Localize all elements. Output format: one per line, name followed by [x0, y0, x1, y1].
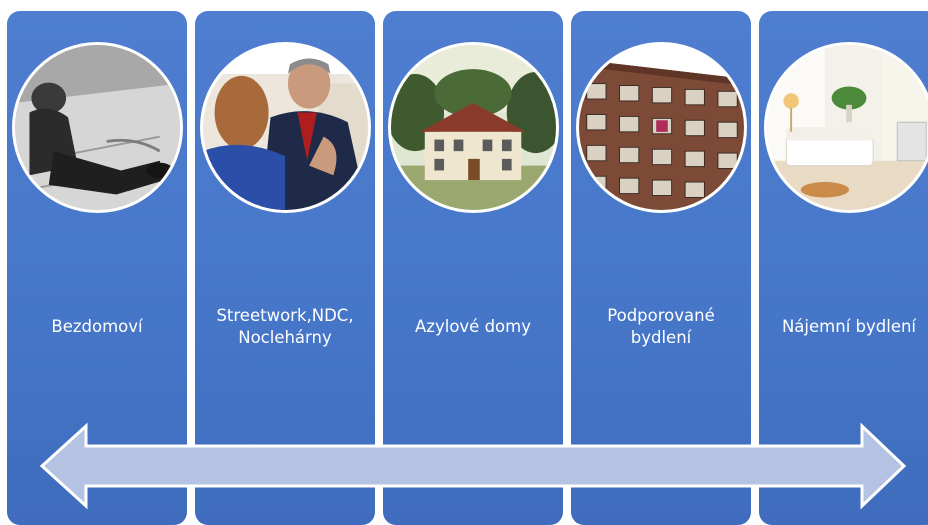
social-worker-conversation-photo: [200, 42, 371, 213]
shelter-house-painting: [388, 42, 559, 213]
furnished-living-room-photo: [764, 42, 928, 213]
stage-label: Azylové domy: [415, 317, 531, 336]
apartment-block-photo: [576, 42, 747, 213]
stage-column-supported-housing: Podporované bydlení: [571, 11, 751, 525]
homeless-person-photo: [12, 42, 183, 213]
stage-column-homeless: Bezdomoví: [7, 11, 187, 525]
stage-label: Podporované bydlení: [607, 306, 715, 347]
stage-column-rental-housing: Nájemní bydlení: [759, 11, 928, 525]
stage-column-shelter: Azylové domy: [383, 11, 563, 525]
stage-label: Nájemní bydlení: [781, 317, 917, 336]
housing-continuum-diagram: Bezdomoví Streetwork,NDC, Noclehárny Azy…: [0, 0, 928, 525]
stage-label: Streetwork,NDC, Noclehárny: [216, 306, 354, 347]
stage-label: Bezdomoví: [51, 317, 143, 336]
stage-column-streetwork: Streetwork,NDC, Noclehárny: [195, 11, 375, 525]
